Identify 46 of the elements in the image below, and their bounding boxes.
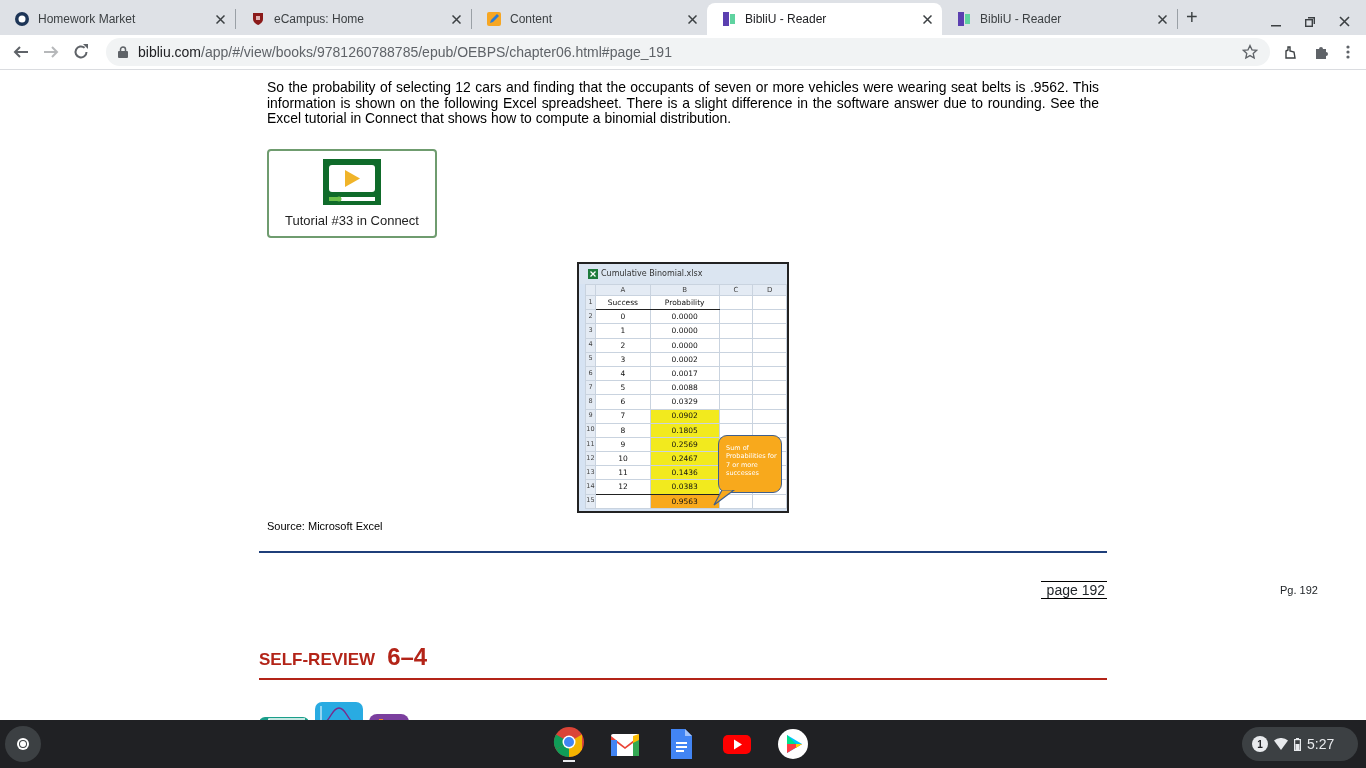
pencil-icon	[486, 11, 502, 27]
page-number: page 192	[1040, 581, 1107, 599]
book-icon	[721, 11, 737, 27]
video-player-icon	[323, 159, 381, 205]
battery-icon	[1294, 737, 1301, 751]
notification-count: 1	[1252, 736, 1268, 752]
close-icon[interactable]	[1339, 16, 1350, 27]
reload-icon[interactable]	[72, 43, 90, 61]
browser-tab[interactable]: eCampus: Home	[236, 3, 471, 35]
extensions-icon[interactable]	[1314, 44, 1330, 60]
clock-time: 5:27	[1307, 734, 1335, 754]
body-paragraph: So the probability of selecting 12 cars and finding that the occupants of seven or more vehicles were wearing seat belts is .9562. This information is shown on the following Excel spreadsheet. There is a slight difference in the software answer due to rounding. See the Excel tutorial in Connect that shows how to compute a binomial distribution.	[267, 80, 1099, 127]
close-icon[interactable]	[688, 14, 697, 24]
browser-tab[interactable]: Content	[472, 3, 707, 35]
tutorial-label: Tutorial #33 in Connect	[285, 212, 419, 230]
excel-icon	[588, 268, 598, 279]
status-tray[interactable]: 1 5:27	[1242, 727, 1358, 761]
book-icon	[956, 11, 972, 27]
new-tab-button[interactable]: +	[1186, 7, 1198, 27]
browser-tab[interactable]: BibliU - Reader	[707, 3, 942, 35]
launcher-icon	[16, 737, 30, 751]
address-bar[interactable]: bibliu.com/app/#/view/books/9781260788785/epub/OEBPS/chapter06.html#page_191	[106, 38, 1270, 66]
close-icon[interactable]	[452, 14, 461, 24]
browser-tab[interactable]: Homework Market	[0, 3, 235, 35]
spreadsheet-title: Cumulative Binomial.xlsx	[601, 267, 703, 280]
tutorial-card[interactable]: Tutorial #33 in Connect	[267, 148, 437, 238]
app-shortcut[interactable]	[552, 724, 586, 764]
close-icon[interactable]	[923, 14, 932, 24]
page-marker: Pg. 192	[1280, 582, 1318, 598]
store-play-icon	[777, 728, 809, 760]
url-text: bibliu.com/app/#/view/books/9781260788785/epub/OEBPS/chapter06.html#page_191	[138, 43, 672, 60]
restore-icon[interactable]	[1305, 16, 1315, 27]
source-caption: Source: Microsoft Excel	[267, 518, 384, 534]
star-icon[interactable]	[1242, 44, 1258, 60]
section-number: 6–4	[387, 642, 428, 672]
lock-icon	[118, 46, 128, 58]
close-icon[interactable]	[1158, 14, 1167, 24]
section-heading: SELF-REVIEW	[259, 649, 376, 671]
chrome-icon	[553, 726, 585, 758]
menu-icon[interactable]	[1346, 44, 1350, 60]
launcher-button[interactable]	[5, 726, 41, 762]
wifi-icon	[1274, 738, 1288, 750]
crest-icon	[250, 11, 266, 27]
ring-icon	[14, 11, 30, 27]
close-icon[interactable]	[216, 14, 225, 24]
browser-tab[interactable]: BibliU - Reader	[942, 3, 1177, 35]
